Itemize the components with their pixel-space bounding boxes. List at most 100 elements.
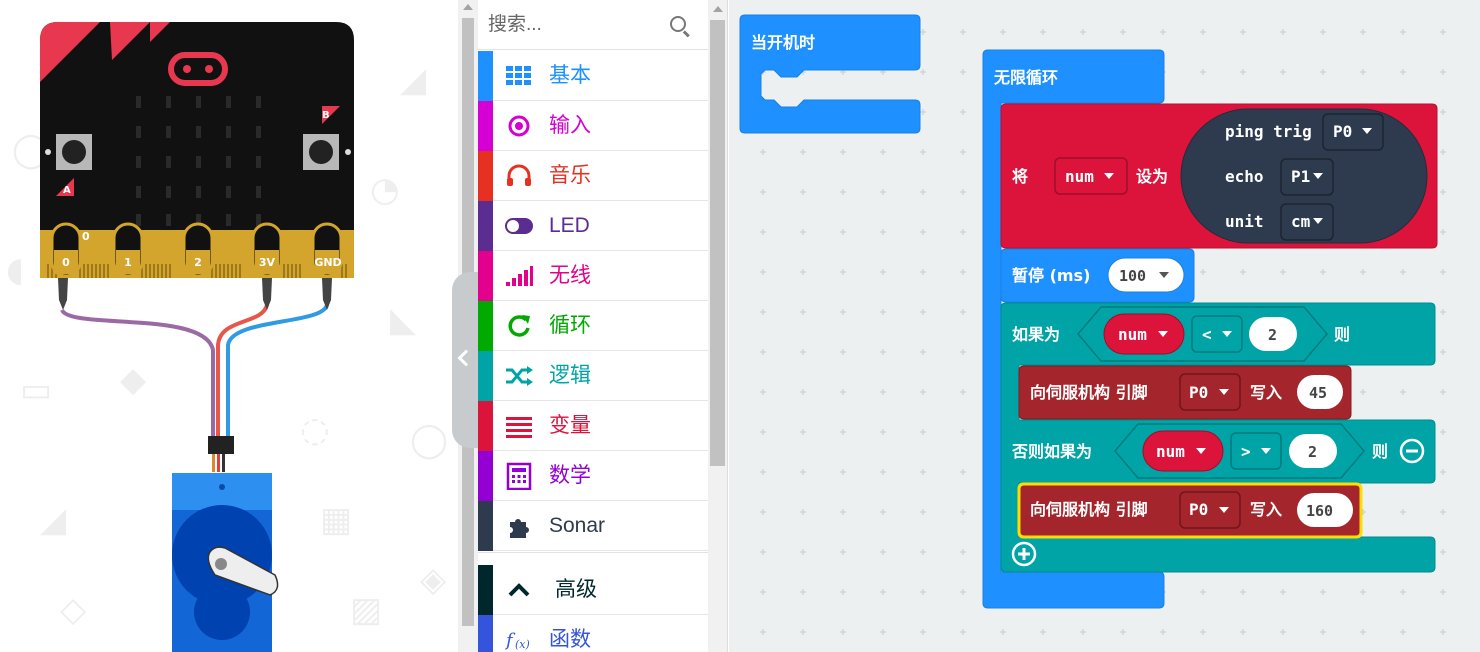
svg-text:<: <: [1202, 325, 1212, 344]
svg-text:2: 2: [1308, 443, 1317, 461]
category-label: 音乐: [549, 164, 591, 187]
list-lines-icon: [506, 417, 532, 438]
search-input[interactable]: [488, 8, 673, 42]
scroll-up-arrow-icon[interactable]: [463, 4, 473, 10]
servo-write-label: 写入: [1250, 383, 1282, 402]
category-input[interactable]: 输入: [478, 101, 708, 151]
if-then-label: 则: [1334, 325, 1350, 344]
category-label: 数学: [549, 464, 591, 487]
category-label: 循环: [549, 314, 591, 337]
refresh-icon: [508, 315, 530, 337]
svg-text:>: >: [1241, 442, 1251, 461]
if-label: 如果为: [1012, 325, 1060, 344]
svg-text:P0: P0: [1189, 383, 1208, 402]
radio-target-icon: [508, 115, 530, 137]
category-label: 变量: [549, 414, 591, 437]
category-basic[interactable]: 基本: [478, 51, 708, 101]
servo-pin-dropdown[interactable]: P0: [1179, 491, 1241, 529]
toolbox-divider: [478, 552, 708, 564]
servo-write-block-1[interactable]: 向伺服机构 引脚 P0 写入 45: [1018, 365, 1352, 420]
button-b-label: B: [322, 110, 330, 121]
pin-label-0: 0: [62, 256, 70, 269]
else-if-label: 否则如果为: [1011, 442, 1092, 461]
servo-motor[interactable]: [172, 473, 279, 652]
else-if-then-label: 则: [1372, 442, 1388, 461]
echo-pin-dropdown[interactable]: P1: [1280, 158, 1334, 196]
category-sonar[interactable]: Sonar: [478, 501, 708, 551]
svg-text:P0: P0: [1189, 500, 1208, 519]
if-condition[interactable]: num < 2: [1077, 306, 1328, 362]
grid-icon: [506, 66, 531, 85]
pause-label: 暂停 (ms): [1012, 266, 1090, 285]
unit-label: unit: [1225, 212, 1264, 231]
servo-write-label: 写入: [1250, 500, 1282, 519]
category-music[interactable]: 音乐: [478, 151, 708, 201]
chevron-left-icon: [457, 349, 475, 367]
scrollbar-thumb[interactable]: [710, 20, 725, 466]
svg-text:P1: P1: [1291, 167, 1310, 186]
category-label: 输入: [549, 114, 591, 137]
variable-dropdown[interactable]: num: [1054, 157, 1128, 195]
if-value-input[interactable]: 2: [1249, 317, 1297, 351]
category-loops[interactable]: 循环: [478, 301, 708, 351]
scroll-up-arrow-icon[interactable]: [713, 6, 723, 12]
set-variable-block[interactable]: 将 num 设为 ping trig P0 echo P1 unit cm: [1000, 103, 1438, 249]
svg-text:2: 2: [1268, 326, 1277, 344]
category-led[interactable]: LED: [478, 201, 708, 251]
variable-name: num: [1065, 167, 1094, 186]
ping-trig-label: ping trig: [1225, 122, 1312, 141]
servo-pin-dropdown[interactable]: P0: [1179, 373, 1241, 411]
servo-angle-input[interactable]: 160: [1297, 493, 1353, 527]
on-start-label: 当开机时: [751, 33, 815, 52]
pin-label-2: 2: [194, 256, 202, 269]
category-label: 基本: [549, 64, 591, 87]
svg-text:160: 160: [1306, 502, 1333, 520]
calculator-icon: [506, 462, 532, 490]
unit-dropdown[interactable]: cm: [1280, 203, 1334, 241]
trig-pin-dropdown[interactable]: P0: [1322, 113, 1384, 151]
pause-duration-input[interactable]: 100: [1107, 257, 1185, 293]
category-advanced[interactable]: 高级: [478, 565, 708, 615]
else-if-condition[interactable]: num > 2: [1114, 423, 1365, 479]
svg-text:(x): (x): [515, 638, 530, 651]
svg-text:num: num: [1156, 442, 1185, 461]
signal-bars-icon: [506, 266, 533, 286]
else-if-value-input[interactable]: 2: [1289, 434, 1337, 468]
if-operator-dropdown[interactable]: <: [1191, 315, 1243, 353]
search-icon[interactable]: [670, 16, 686, 32]
if-variable-reporter[interactable]: num: [1103, 313, 1185, 355]
svg-text:45: 45: [1309, 384, 1327, 402]
echo-label: echo: [1225, 167, 1264, 186]
minus-icon: [1406, 449, 1418, 453]
blocks-workspace[interactable]: 当开机时 无限循环 将 num 设为 ping trig P0 echo P1 …: [729, 0, 1480, 652]
pin-label-1: 1: [124, 256, 132, 269]
pause-block[interactable]: 暂停 (ms) 100: [1000, 248, 1195, 303]
set-suffix-label: 设为: [1136, 167, 1168, 186]
forever-label: 无限循环: [993, 68, 1058, 87]
pin-zero-indicator: 0: [82, 230, 90, 243]
microbit-simulator[interactable]: A B 0 1 2 3V GND 0: [0, 0, 458, 652]
puzzle-icon: [510, 519, 529, 538]
pin-label-3v: 3V: [259, 256, 276, 269]
chevron-up-icon: [508, 583, 530, 597]
svg-text:P0: P0: [1333, 122, 1352, 141]
servo-label: 向伺服机构 引脚: [1030, 500, 1148, 519]
category-functions[interactable]: f (x) 函数: [478, 615, 708, 652]
button-a[interactable]: [56, 134, 92, 170]
category-math[interactable]: 数学: [478, 451, 708, 501]
ping-sonar-block[interactable]: ping trig P0 echo P1 unit cm: [1180, 108, 1428, 244]
category-label: 逻辑: [549, 364, 591, 387]
category-variables[interactable]: 变量: [478, 401, 708, 451]
category-radio[interactable]: 无线: [478, 251, 708, 301]
servo-write-block-2[interactable]: 向伺服机构 引脚 P0 写入 160: [1017, 482, 1363, 539]
category-label: 函数: [549, 628, 591, 651]
toolbox-scrollbar[interactable]: [708, 0, 728, 652]
button-b[interactable]: [303, 134, 339, 170]
set-prefix-label: 将: [1012, 167, 1028, 186]
else-if-operator-dropdown[interactable]: >: [1230, 432, 1282, 470]
category-logic[interactable]: 逻辑: [478, 351, 708, 401]
else-if-variable-reporter[interactable]: num: [1142, 430, 1224, 472]
svg-text:cm: cm: [1291, 212, 1311, 231]
servo-angle-input[interactable]: 45: [1297, 375, 1343, 409]
category-label: LED: [549, 214, 590, 237]
